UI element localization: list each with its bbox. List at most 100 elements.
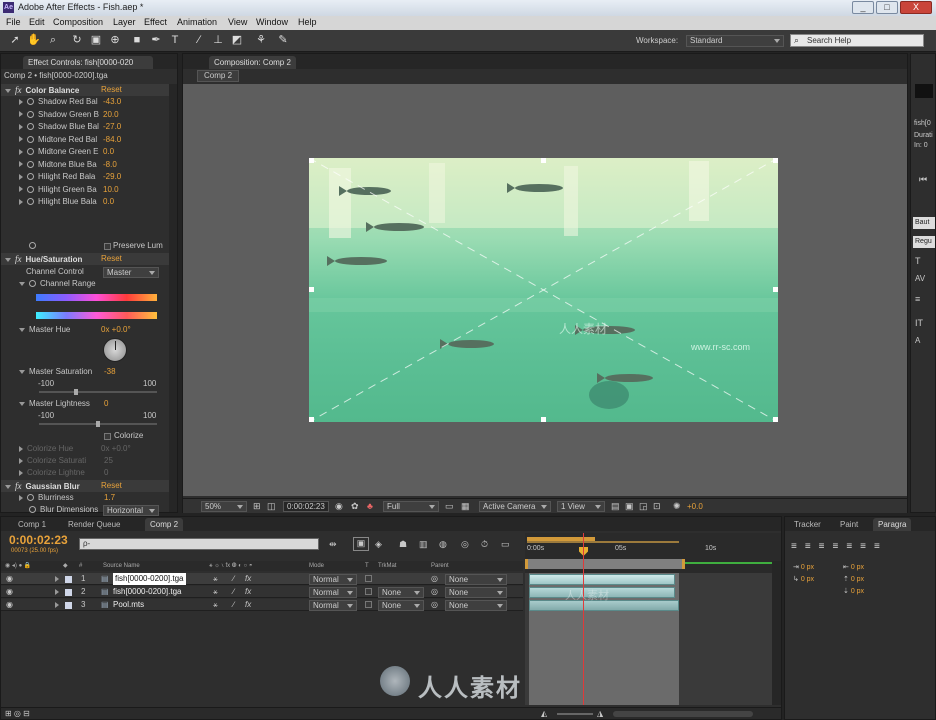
- stopwatch-icon[interactable]: [29, 506, 36, 514]
- stopwatch-icon[interactable]: [27, 198, 34, 206]
- comp-duration-bar[interactable]: [525, 559, 685, 569]
- timeline-zoom-slider[interactable]: [557, 713, 593, 715]
- channel-range-top-bar[interactable]: [36, 294, 157, 301]
- exposure-icon[interactable]: ✺: [673, 501, 681, 512]
- param-value[interactable]: 20.0: [103, 109, 119, 121]
- roto-brush-tool-icon[interactable]: ⚘: [254, 33, 268, 48]
- channel-range-bottom-bar[interactable]: [36, 312, 157, 319]
- menu-animation[interactable]: Animation: [177, 17, 217, 27]
- tab-tracker[interactable]: Tracker: [789, 518, 826, 531]
- blurriness-value[interactable]: 1.7: [104, 492, 115, 504]
- space-before-value[interactable]: 0 px: [851, 576, 864, 583]
- stopwatch-icon[interactable]: [27, 148, 34, 156]
- menu-composition[interactable]: Composition: [53, 17, 103, 27]
- expand-icon[interactable]: [19, 198, 23, 205]
- comp-viewer[interactable]: www.rr-sc.com 人人素材: [183, 84, 907, 496]
- expand-icon[interactable]: [19, 401, 25, 406]
- first-line-indent-field[interactable]: ↳ 0 px: [793, 575, 814, 583]
- stopwatch-icon[interactable]: [27, 98, 34, 106]
- param-value[interactable]: -8.0: [103, 159, 117, 171]
- tab-paragraph[interactable]: Paragra: [873, 518, 912, 531]
- quality-switch-icon[interactable]: ∕: [233, 599, 234, 611]
- search-help-input[interactable]: Search Help: [790, 34, 924, 47]
- layer-handle[interactable]: [773, 417, 778, 422]
- zoom-tool-icon[interactable]: ⌕: [46, 33, 60, 48]
- expand-icon[interactable]: [19, 327, 25, 332]
- selection-tool-icon[interactable]: ➚: [8, 33, 22, 48]
- layer-row[interactable]: ◉ 3 ▤ Pool.mts ⚹ ∕ fx Normal None ◎ None: [1, 599, 523, 611]
- auto-keyframe-icon[interactable]: ⏱: [481, 539, 488, 550]
- resolution-dropdown[interactable]: Full: [383, 501, 439, 512]
- expand-icon[interactable]: [19, 494, 23, 501]
- draft-3d-icon[interactable]: ◈: [375, 539, 382, 550]
- toggle-switches-icon[interactable]: ⊞ ◎ ⊟: [5, 709, 30, 718]
- label-color-swatch[interactable]: [65, 576, 72, 583]
- exposure-value[interactable]: +0.0: [687, 502, 703, 511]
- tab-effect-controls[interactable]: Effect Controls: fish[0000-020: [23, 56, 153, 69]
- param-value[interactable]: 0.0: [103, 196, 114, 208]
- label-color-swatch[interactable]: [65, 602, 72, 609]
- av-features-icon[interactable]: ◉ ◂) ● 🔒: [5, 561, 31, 571]
- font-size-icon[interactable]: T: [915, 256, 921, 266]
- snapshot-icon[interactable]: ◉: [335, 501, 343, 512]
- stopwatch-icon[interactable]: [29, 280, 36, 288]
- stroke-icon[interactable]: ≡: [915, 294, 920, 304]
- preserve-lum-checkbox[interactable]: [104, 243, 111, 250]
- magnification-dropdown[interactable]: 50%: [201, 501, 247, 512]
- preserve-transparency-checkbox[interactable]: [365, 588, 372, 595]
- timeline-search-input[interactable]: ρ-: [79, 538, 319, 550]
- quality-switch-icon[interactable]: ∕: [233, 573, 234, 585]
- layer-handle[interactable]: [309, 158, 314, 163]
- baseline-shift-icon[interactable]: A: [915, 336, 920, 345]
- fx-icon[interactable]: fx: [15, 254, 22, 264]
- menu-effect[interactable]: Effect: [144, 17, 167, 27]
- menu-help[interactable]: Help: [298, 17, 317, 27]
- current-time-field[interactable]: 0:00:02:23: [283, 501, 329, 512]
- track-matte-dropdown[interactable]: None: [378, 600, 424, 611]
- layer-source-name[interactable]: fish[0000-0200].tga: [113, 573, 186, 585]
- tab-paint[interactable]: Paint: [835, 518, 863, 531]
- quality-switch-icon[interactable]: ∕: [233, 586, 234, 598]
- reset-link[interactable]: Reset: [101, 84, 122, 96]
- space-after-value[interactable]: 0 px: [851, 588, 864, 595]
- channel-control-dropdown[interactable]: Master: [103, 267, 159, 278]
- toggle-pixel-aspect-icon[interactable]: ▤: [611, 501, 620, 512]
- alignment-buttons[interactable]: ≡≡≡≡≡≡≡: [791, 541, 888, 552]
- expand-icon[interactable]: [19, 123, 23, 130]
- fx-switch-icon[interactable]: fx: [245, 599, 251, 611]
- layer-handle[interactable]: [773, 158, 778, 163]
- layer-handle[interactable]: [309, 287, 314, 292]
- expand-icon[interactable]: [19, 369, 25, 374]
- pan-behind-tool-icon[interactable]: ⊕: [108, 33, 122, 48]
- space-before-field[interactable]: ⇡ 0 px: [843, 575, 864, 583]
- preview-first-frame-icon[interactable]: ⏮: [919, 174, 927, 185]
- zoom-out-icon[interactable]: ◭: [541, 709, 547, 718]
- comp-breadcrumb[interactable]: Comp 2: [197, 70, 240, 82]
- eye-icon[interactable]: ◉: [6, 573, 13, 585]
- expand-icon[interactable]: [5, 88, 11, 93]
- time-ruler[interactable]: 0:00s 05s 10s: [525, 533, 781, 573]
- source-name-header[interactable]: Source Name: [103, 561, 140, 571]
- indent-left-value[interactable]: 0 px: [801, 564, 814, 571]
- maximize-button[interactable]: □: [876, 1, 898, 14]
- stopwatch-icon[interactable]: [27, 135, 34, 143]
- expand-icon[interactable]: [55, 586, 63, 598]
- param-value[interactable]: -84.0: [103, 134, 121, 146]
- blend-mode-dropdown[interactable]: Normal: [309, 574, 357, 585]
- puppet-tool-icon[interactable]: ✎: [276, 33, 290, 48]
- hue-dial[interactable]: [103, 338, 127, 362]
- font-family-field[interactable]: Baut: [913, 217, 935, 229]
- master-hue-value[interactable]: 0x +0.0°: [101, 324, 131, 336]
- current-time-indicator[interactable]: [583, 533, 584, 705]
- colorize-checkbox[interactable]: [104, 433, 111, 440]
- param-value[interactable]: -29.0: [103, 171, 121, 183]
- stopwatch-icon[interactable]: [29, 242, 36, 250]
- expand-icon[interactable]: [5, 484, 11, 489]
- brush-tool-icon[interactable]: ∕: [192, 33, 206, 48]
- camera-view-dropdown[interactable]: Active Camera: [479, 501, 551, 512]
- transparency-grid-icon[interactable]: ▦: [461, 501, 470, 512]
- reset-link[interactable]: Reset: [101, 480, 122, 492]
- graph-editor-icon[interactable]: ▭: [501, 539, 510, 550]
- rotate-tool-icon[interactable]: ↻: [70, 33, 84, 48]
- collapse-switch-icon[interactable]: ⚹: [213, 573, 218, 585]
